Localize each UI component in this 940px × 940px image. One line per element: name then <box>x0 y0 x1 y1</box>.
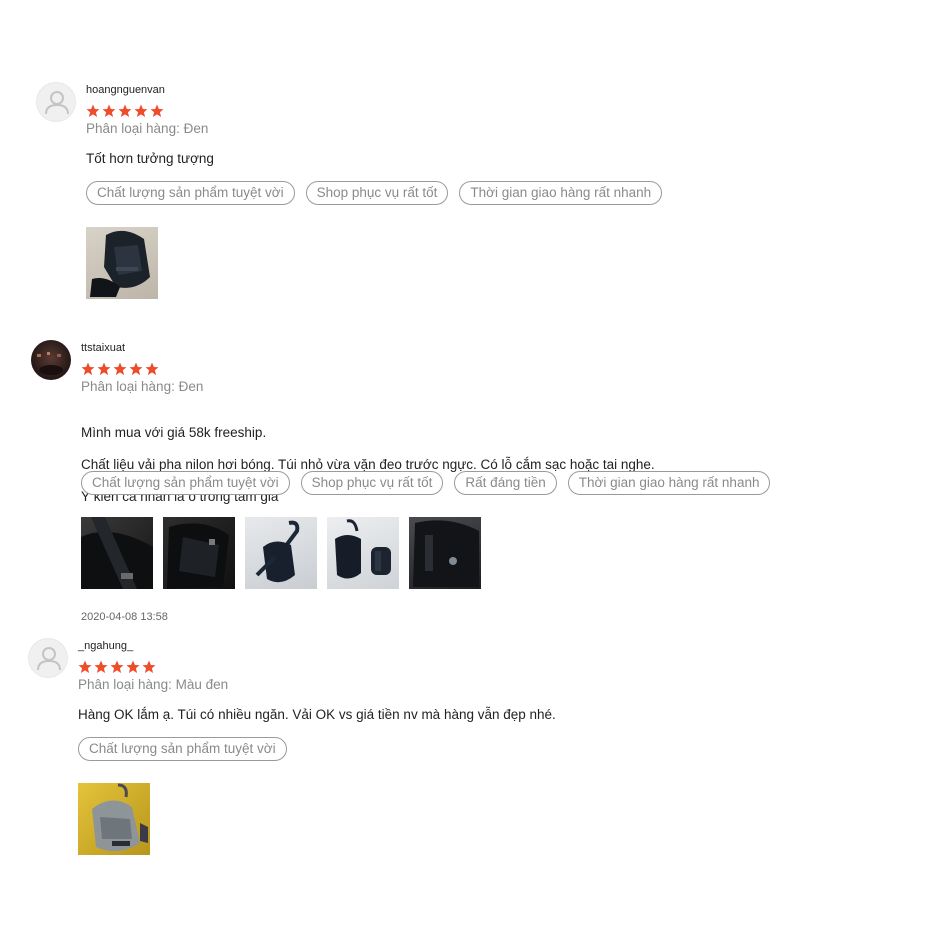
star-icon <box>86 104 100 117</box>
review-image-thumbnail[interactable] <box>409 517 481 589</box>
review-images <box>78 783 150 855</box>
review-tags: Chất lượng sản phẩm tuyệt vời Shop phục … <box>86 181 663 205</box>
review-tags: Chất lượng sản phẩm tuyệt vời Shop phục … <box>81 471 771 495</box>
review-tag[interactable]: Shop phục vụ rất tốt <box>305 181 449 205</box>
star-icon <box>150 104 164 117</box>
reviewer-username[interactable]: ttstaixuat <box>81 342 125 354</box>
review-images <box>81 517 481 589</box>
star-icon <box>142 660 156 673</box>
review-comment: Hàng OK lắm ạ. Túi có nhiều ngăn. Vải OK… <box>78 707 556 722</box>
default-avatar-icon <box>36 82 76 122</box>
product-variant: Phân loại hàng: Màu đen <box>78 677 229 692</box>
star-icon <box>145 362 159 375</box>
star-icon <box>134 104 148 117</box>
review-image-thumbnail[interactable] <box>78 783 150 855</box>
star-rating <box>78 660 156 674</box>
review-tag[interactable]: Thời gian giao hàng rất nhanh <box>459 181 663 205</box>
review-timestamp: 2020-04-08 13:58 <box>81 611 168 623</box>
star-icon <box>118 104 132 117</box>
star-icon <box>126 660 140 673</box>
review-image-thumbnail[interactable] <box>327 517 399 589</box>
star-icon <box>129 362 143 375</box>
star-icon <box>113 362 127 375</box>
star-icon <box>97 362 111 375</box>
review-image-thumbnail[interactable] <box>81 517 153 589</box>
product-variant: Phân loại hàng: Đen <box>86 121 209 136</box>
default-avatar-icon <box>28 638 68 678</box>
reviewer-username[interactable]: hoangnguenvan <box>86 84 165 96</box>
review-tag[interactable]: Chất lượng sản phẩm tuyệt vời <box>81 471 290 495</box>
review-tag[interactable]: Shop phục vụ rất tốt <box>300 471 444 495</box>
review-tag[interactable]: Chất lượng sản phẩm tuyệt vời <box>86 181 295 205</box>
user-avatar <box>31 340 71 380</box>
star-icon <box>110 660 124 673</box>
review-image-thumbnail[interactable] <box>86 227 158 299</box>
review-image-thumbnail[interactable] <box>245 517 317 589</box>
star-icon <box>78 660 92 673</box>
review-tag[interactable]: Rất đáng tiền <box>454 471 557 495</box>
star-rating <box>86 104 164 118</box>
product-variant: Phân loại hàng: Đen <box>81 379 204 394</box>
star-icon <box>81 362 95 375</box>
review-tags: Chất lượng sản phẩm tuyệt vời <box>78 737 287 761</box>
star-icon <box>94 660 108 673</box>
reviewer-username[interactable]: _ngahung_ <box>78 640 133 652</box>
review-tag[interactable]: Chất lượng sản phẩm tuyệt vời <box>78 737 287 761</box>
review-image-thumbnail[interactable] <box>163 517 235 589</box>
star-icon <box>102 104 116 117</box>
review-tag[interactable]: Thời gian giao hàng rất nhanh <box>567 471 771 495</box>
review-comment-line: Mình mua với giá 58k freeship. <box>81 425 267 440</box>
review-images <box>86 227 158 299</box>
star-rating <box>81 362 159 376</box>
review-comment: Mình mua với giá 58k freeship. Chất liệu… <box>81 409 655 521</box>
review-comment: Tốt hơn tưởng tượng <box>86 151 214 166</box>
